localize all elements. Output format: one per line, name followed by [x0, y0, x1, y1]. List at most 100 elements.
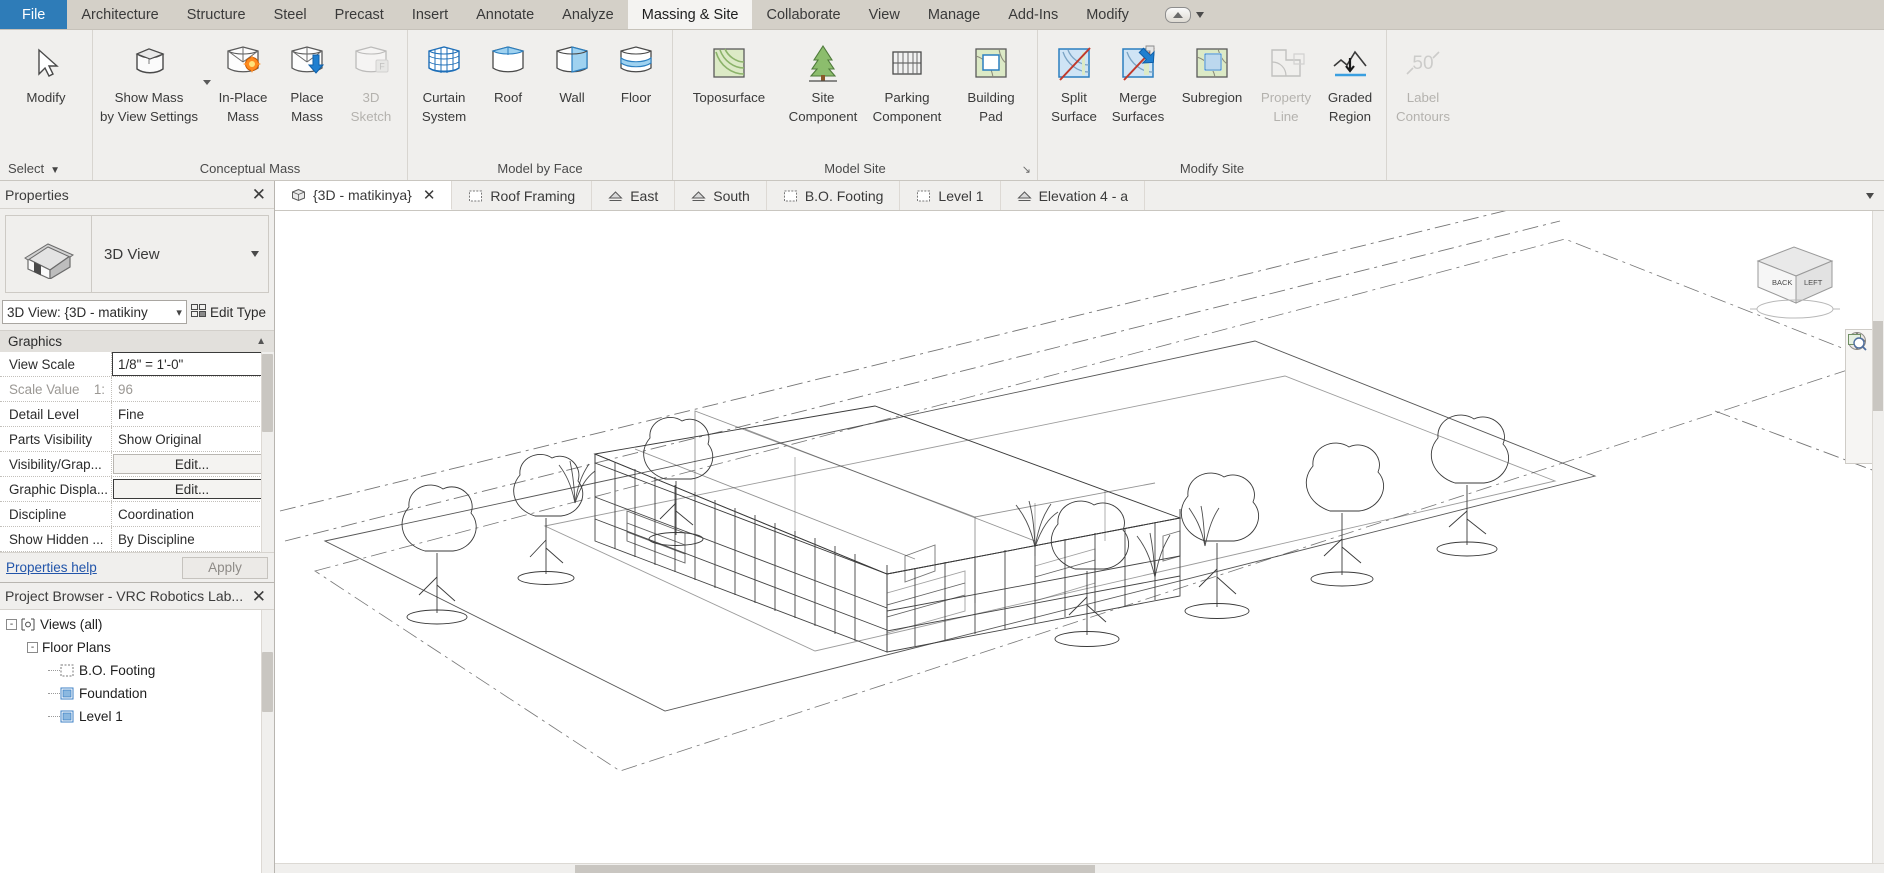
file-menu-button[interactable]: File	[0, 0, 68, 29]
property-row: Detail Level Fine	[0, 402, 274, 427]
tree-expander-icon[interactable]: -	[27, 642, 38, 653]
project-browser-scrollbar[interactable]	[261, 610, 274, 873]
ribbon-tab-modify[interactable]: Modify	[1072, 0, 1143, 29]
ribbon-group-model-site: Toposurface Site Component Parking Component…	[673, 30, 1038, 180]
view-tab-south[interactable]: South	[675, 181, 767, 210]
ribbon-tab-architecture[interactable]: Architecture	[67, 0, 172, 29]
view-tab-level-1[interactable]: Level 1	[900, 181, 1001, 210]
ribbon-tab-annotate[interactable]: Annotate	[462, 0, 548, 29]
ribbon-group-body: Modify	[0, 34, 92, 158]
place-mass-button[interactable]: Place Mass	[275, 36, 339, 126]
close-icon[interactable]: ✕	[250, 186, 268, 203]
wall-button[interactable]: Wall	[540, 36, 604, 107]
properties-scrollbar[interactable]	[261, 352, 274, 552]
ribbon-button-wrap: Building Pad	[949, 36, 1033, 126]
property-value[interactable]: Coordination	[112, 502, 274, 526]
main-area: Properties ✕ 3D View 3D View: {3D - mati…	[0, 181, 1884, 873]
site-component-label: Site Component	[788, 90, 858, 124]
zoom-region-icon[interactable]	[1846, 330, 1868, 352]
view-tabs-overflow-button[interactable]	[1856, 181, 1884, 210]
property-value[interactable]: Fine	[112, 402, 274, 426]
tree-node[interactable]: Level 1	[0, 705, 274, 728]
view-tab-elevation-4-a[interactable]: Elevation 4 - a	[1001, 181, 1146, 210]
ribbon-tab-add-ins[interactable]: Add-Ins	[994, 0, 1072, 29]
scrollbar-thumb[interactable]	[262, 652, 273, 712]
ribbon-tab-analyze[interactable]: Analyze	[548, 0, 628, 29]
building-pad-button[interactable]: Building Pad	[949, 36, 1033, 126]
ribbon-tab-collaborate[interactable]: Collaborate	[752, 0, 854, 29]
property-key: Detail Level	[0, 402, 112, 426]
ribbon-group-title: Model by Face	[408, 158, 672, 180]
scrollbar-thumb[interactable]	[1873, 321, 1883, 411]
roof-button[interactable]: Roof	[476, 36, 540, 107]
chevron-down-icon[interactable]	[203, 80, 211, 85]
property-value[interactable]: 96	[112, 377, 274, 401]
view-tab-b-o-footing[interactable]: B.O. Footing	[767, 181, 901, 210]
canvas-vertical-scrollbar[interactable]	[1872, 211, 1884, 873]
tree-expander-icon[interactable]: -	[6, 619, 17, 630]
modify-button[interactable]: Modify	[4, 36, 88, 107]
view-tab-roof-framing[interactable]: Roof Framing	[452, 181, 593, 210]
ribbon-group-modify-site: Split Surface Merge Surfaces Subregion Proper…	[1038, 30, 1387, 180]
view-tab-label: Level 1	[938, 187, 984, 204]
minimize-ribbon-button[interactable]	[1164, 6, 1191, 23]
ribbon-tab-steel[interactable]: Steel	[260, 0, 321, 29]
close-icon[interactable]: ✕	[423, 186, 436, 204]
chevron-up-icon: ▲	[256, 336, 266, 347]
property-value[interactable]: Show Original	[112, 427, 274, 451]
curtain-system-button[interactable]: Curtain System	[412, 36, 476, 126]
in-place-mass-button[interactable]: In-Place Mass	[211, 36, 275, 126]
view-tab-3d-matikinya[interactable]: {3D - matikinya} ✕	[275, 181, 453, 210]
mass-box-icon	[127, 40, 171, 86]
site-trees	[401, 414, 1509, 647]
dialog-launcher-icon[interactable]: ↘	[1022, 165, 1031, 176]
split-surface-button[interactable]: Split Surface	[1042, 36, 1106, 126]
ribbon-tab-manage[interactable]: Manage	[914, 0, 994, 29]
floor-button[interactable]: Floor	[604, 36, 668, 107]
graded-region-button[interactable]: Graded Region	[1318, 36, 1382, 126]
property-value[interactable]: 1/8" = 1'-0"	[112, 352, 274, 376]
ribbon-tab-precast[interactable]: Precast	[321, 0, 398, 29]
merge-surfaces-button[interactable]: Merge Surfaces	[1106, 36, 1170, 126]
tree-node[interactable]: - Views (all)	[0, 613, 274, 636]
toposurface-button[interactable]: Toposurface	[677, 36, 781, 107]
scrollbar-thumb[interactable]	[575, 865, 1095, 873]
edit-button[interactable]: Edit...	[113, 454, 271, 474]
ribbon-group-title: Modify Site	[1038, 158, 1386, 180]
tree-node[interactable]: - Floor Plans	[0, 636, 274, 659]
parking-component-button[interactable]: Parking Component	[865, 36, 949, 126]
property-key: Scale Value 1:	[0, 377, 112, 401]
tree-node[interactable]: B.O. Footing	[0, 659, 274, 682]
ribbon-tab-view[interactable]: View	[855, 0, 914, 29]
site-component-button[interactable]: Site Component	[781, 36, 865, 126]
chevron-down-icon[interactable]	[1195, 11, 1204, 18]
ribbon-tab-insert[interactable]: Insert	[398, 0, 462, 29]
navigation-bar[interactable]	[1845, 329, 1875, 464]
ribbon-tab-structure[interactable]: Structure	[173, 0, 260, 29]
close-icon[interactable]: ✕	[250, 588, 268, 605]
property-edit-button-cell[interactable]: Edit...	[112, 452, 274, 476]
apply-button[interactable]: Apply	[182, 556, 268, 579]
show-mass-by-view-settings-button[interactable]: Show Mass by View Settings	[97, 36, 201, 126]
view-type-combobox[interactable]: 3D View: {3D - matikiny ▾	[2, 300, 187, 324]
graphics-section-header[interactable]: Graphics ▲	[0, 330, 274, 352]
view-cube[interactable]: BACK LEFT	[1736, 229, 1856, 329]
canvas-horizontal-scrollbar[interactable]	[275, 863, 1884, 873]
view-tab-label: South	[713, 187, 750, 204]
edit-type-button[interactable]: Edit Type	[190, 304, 270, 320]
chevron-down-icon[interactable]	[251, 251, 268, 257]
properties-help-link[interactable]: Properties help	[6, 560, 97, 575]
subregion-button[interactable]: Subregion	[1170, 36, 1254, 107]
property-value[interactable]: By Discipline	[112, 527, 274, 551]
view-tab-east[interactable]: East	[592, 181, 676, 210]
drawing-canvas[interactable]: BACK LEFT	[275, 211, 1884, 873]
scrollbar-thumb[interactable]	[262, 354, 273, 432]
property-edit-button-cell[interactable]: Edit...	[112, 477, 274, 501]
property-type-selector[interactable]: 3D View	[5, 215, 269, 293]
ribbon-button-wrap: In-Place Mass	[211, 36, 275, 126]
ribbon-tab-massing-site[interactable]: Massing & Site	[627, 0, 753, 29]
tree-node[interactable]: Foundation	[0, 682, 274, 705]
edit-button[interactable]: Edit...	[113, 479, 271, 499]
property-line-button: Property Line	[1254, 36, 1318, 126]
chevron-down-icon[interactable]: ▼	[50, 165, 60, 176]
